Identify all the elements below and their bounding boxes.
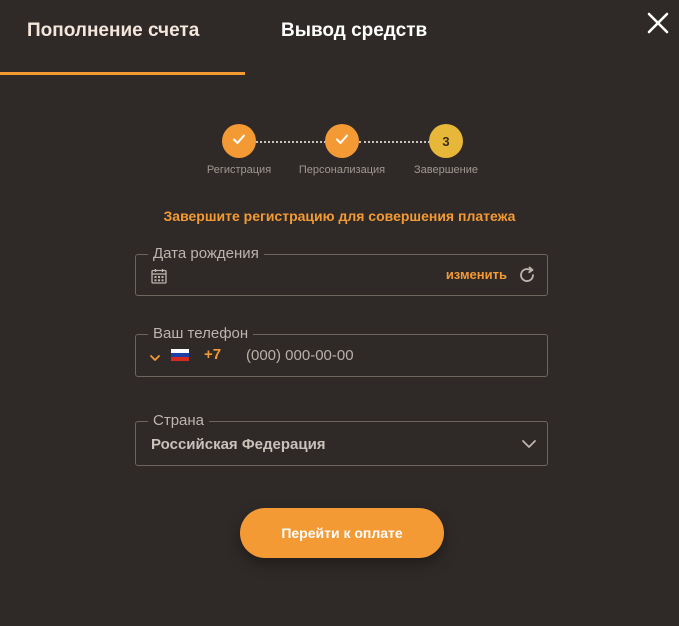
phone-input[interactable] (246, 342, 526, 368)
progress-steps: 3 Регистрация Персонализация Завершение (0, 124, 679, 184)
step-connector (256, 141, 326, 143)
chevron-down-icon[interactable] (521, 437, 537, 456)
tab-deposit[interactable]: Пополнение счета (27, 20, 199, 42)
check-icon (231, 131, 247, 152)
tab-withdraw[interactable]: Вывод средств (281, 20, 427, 42)
birthdate-field[interactable]: Дата рождения изменить (135, 245, 548, 296)
phone-label: Ваш телефон (148, 325, 254, 343)
step-3-circle: 3 (429, 124, 463, 158)
close-icon[interactable] (645, 10, 671, 36)
phone-country-code: +7 (204, 346, 222, 363)
step-1-circle (222, 124, 256, 158)
check-icon (334, 131, 350, 152)
calendar-icon[interactable] (150, 267, 168, 290)
step-2-label: Персонализация (298, 164, 386, 176)
birthdate-edit-link[interactable]: изменить (446, 267, 507, 282)
step-connector (359, 141, 430, 143)
step-3-number: 3 (442, 133, 450, 149)
step-3-label: Завершение (414, 164, 478, 176)
country-selected-value: Российская Федерация (151, 436, 326, 453)
proceed-to-payment-button[interactable]: Перейти к оплате (240, 508, 444, 558)
active-tab-indicator (0, 72, 245, 75)
step-1-label: Регистрация (206, 164, 272, 176)
russia-flag-icon[interactable] (171, 349, 189, 361)
phone-field: Ваш телефон +7 (135, 325, 548, 377)
country-select[interactable]: Страна Российская Федерация (135, 412, 548, 466)
refresh-icon[interactable] (517, 265, 537, 290)
chevron-down-icon[interactable] (149, 350, 161, 368)
birthdate-label: Дата рождения (148, 245, 264, 263)
step-2-circle (325, 124, 359, 158)
registration-notice: Завершите регистрацию для совершения пла… (163, 208, 516, 224)
country-label: Страна (148, 412, 210, 430)
tab-bar: Пополнение счета Вывод средств (0, 0, 679, 76)
